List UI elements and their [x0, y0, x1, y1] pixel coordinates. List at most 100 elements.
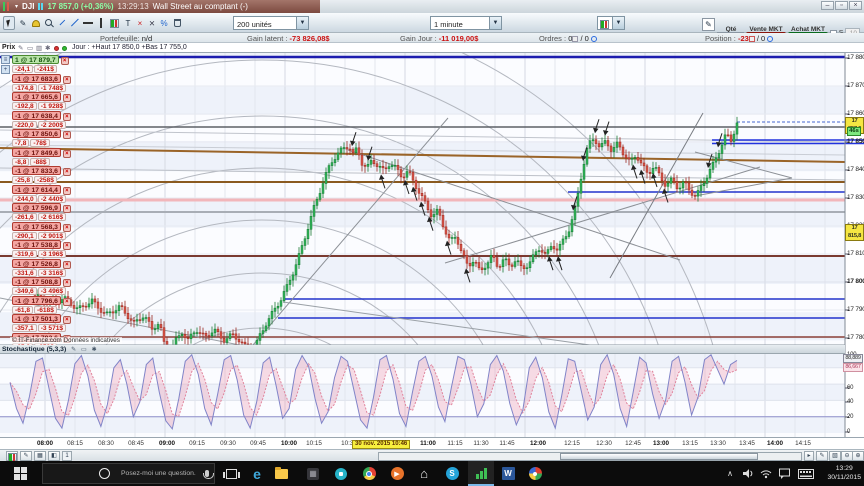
order-close-icon[interactable]: × — [62, 75, 71, 84]
draw-mode-icon[interactable]: ✎ — [816, 451, 828, 461]
time-axis-label: 09:00 — [158, 440, 176, 447]
order-close-icon[interactable]: × — [62, 241, 71, 250]
time-axis-label: 08:30 — [98, 440, 114, 447]
edge-icon[interactable]: e — [246, 461, 268, 486]
notification-icon[interactable] — [776, 461, 792, 486]
cortana-icon[interactable] — [99, 468, 110, 479]
order-close-icon[interactable]: × — [62, 186, 71, 195]
time-axis-label: 14:15 — [795, 440, 811, 447]
horizontal-scrollbar[interactable] — [378, 451, 802, 461]
page-1-tab[interactable]: 1 — [62, 451, 72, 461]
order-entry-label[interactable]: -1 @ 17 665,6 × — [12, 92, 71, 102]
order-pnl-label: -244,0 -2 440$ — [12, 194, 67, 203]
start-button[interactable] — [0, 461, 40, 486]
trading-app-icon[interactable] — [468, 461, 494, 486]
chart-overlays: 17 880 17 870 17 860 17 850 17 840 17 830 17 8… — [0, 0, 864, 462]
order-pnl-label: -349,6 -3 496$ — [12, 286, 67, 295]
time-axis-label: 09:30 — [220, 440, 236, 447]
time-axis-label: 11:00 — [420, 440, 436, 447]
paint-app-icon[interactable] — [524, 461, 546, 486]
3d-chart-icon[interactable]: ◧ — [48, 451, 60, 461]
time-axis: 08:00 08:15 08:30 08:45 09:00 09:15 09:30 09:45… — [0, 437, 864, 449]
order-entry-price: -1 @ 17 526,8 — [12, 259, 61, 268]
network-icon[interactable] — [758, 461, 774, 486]
file-explorer-icon[interactable] — [270, 461, 292, 486]
chrome-icon[interactable] — [358, 461, 380, 486]
stoch-edit-icon[interactable]: ✎ — [71, 346, 76, 353]
order-entry-label[interactable]: -1 @ 17 796,6 × — [12, 296, 71, 306]
skype-icon[interactable]: S — [441, 461, 463, 486]
order-entry-label[interactable]: -1 @ 17 850,6 × — [12, 129, 71, 139]
copyright-label: © IT-Finance.com Données indicatives — [10, 337, 122, 344]
indicators-icon[interactable]: ✎ — [20, 451, 32, 461]
tray-expand-icon[interactable]: ∧ — [722, 461, 738, 486]
scrollbar-thumb[interactable] — [560, 453, 758, 460]
keyboard-icon[interactable] — [794, 461, 818, 486]
time-axis-label: 08:00 — [36, 440, 54, 447]
media-app-icon[interactable]: ▶ — [386, 461, 408, 486]
windows-taskbar: Posez-moi une question. e ▦ ▶ ⌂ S W ∧ 13… — [0, 461, 864, 486]
messaging-app-icon[interactable] — [330, 461, 352, 486]
order-entry-price: -1 @ 17 501,3 — [12, 314, 61, 323]
time-axis-label: 12:00 — [529, 440, 547, 447]
store-app-icon[interactable]: ▦ — [302, 461, 324, 486]
order-pnl-label: -261,6 -2 616$ — [12, 212, 67, 221]
task-view-button[interactable] — [220, 461, 242, 486]
search-box[interactable]: Posez-moi une question. — [42, 463, 215, 484]
order-close-icon[interactable]: × — [60, 56, 69, 65]
scroll-right-icon[interactable]: ▸ — [804, 451, 814, 461]
home-app-icon[interactable]: ⌂ — [413, 461, 435, 486]
grid-icon[interactable]: ▦ — [34, 451, 46, 461]
order-entry-label[interactable]: -1 @ 17 508,8 × — [12, 277, 71, 287]
order-entry-price: 1 @ 17 879,7 — [12, 55, 59, 64]
order-pnl-label: -25,8 -258$ — [12, 175, 58, 184]
order-close-icon[interactable]: × — [62, 93, 71, 102]
microphone-icon[interactable] — [202, 470, 214, 479]
zoom-area-icon[interactable]: ▧ — [829, 451, 841, 461]
order-entry-label[interactable]: -1 @ 17 833,6 × — [12, 166, 71, 176]
order-entry-label[interactable]: -1 @ 17 683,6 × — [12, 74, 71, 84]
chart-bottom-bar: ✎ ▦ ◧ 1 ▸ ✎ ▧ ⊖ ⊕ — [0, 449, 864, 462]
order-close-icon[interactable]: × — [62, 278, 71, 287]
order-close-icon[interactable]: × — [62, 297, 71, 306]
order-pnl-label: -319,6 -3 196$ — [12, 249, 67, 258]
order-entry-label[interactable]: -1 @ 17 638,4 × — [12, 111, 71, 121]
chart-properties-icon[interactable] — [6, 451, 18, 462]
order-close-icon[interactable]: × — [62, 167, 71, 176]
time-axis-label: 10:00 — [280, 440, 298, 447]
order-pnl-label: -8,8 -88$ — [12, 157, 51, 166]
time-axis-label: 11:30 — [473, 440, 489, 447]
stochastic-header: Stochastique (5,3,3) ✎ ▭ ✱ — [0, 345, 845, 354]
time-axis-label: 13:45 — [739, 440, 755, 447]
order-entry-label[interactable]: -1 @ 17 568,3 × — [12, 222, 71, 232]
time-axis-label: 09:45 — [250, 440, 266, 447]
order-pnl-label: -61,8 -618$ — [12, 305, 58, 314]
order-pnl-label: -192,8 -1 928$ — [12, 101, 67, 110]
time-axis-label: 12:15 — [564, 440, 580, 447]
order-close-icon[interactable]: × — [62, 130, 71, 139]
volume-icon[interactable] — [740, 461, 756, 486]
order-entry-label[interactable]: -1 @ 17 614,4 × — [12, 185, 71, 195]
time-axis-label: 13:30 — [710, 440, 726, 447]
order-close-icon[interactable]: × — [62, 149, 71, 158]
time-axis-label: 11:45 — [499, 440, 515, 447]
order-labels: 1 @ 17 879,7 × -24,1 -241$ -1 @ 17 683,6 × -17… — [0, 0, 864, 462]
order-close-icon[interactable]: × — [62, 204, 71, 213]
order-entry-label[interactable]: -1 @ 17 538,8 × — [12, 240, 71, 250]
zoom-in-icon[interactable]: ⊕ — [852, 451, 864, 461]
order-close-icon[interactable]: × — [62, 260, 71, 269]
order-entry-label[interactable]: -1 @ 17 596,9 × — [12, 203, 71, 213]
word-icon[interactable]: W — [497, 461, 519, 486]
order-close-icon[interactable]: × — [62, 315, 71, 324]
order-entry-price: -1 @ 17 596,9 — [12, 203, 61, 212]
order-entry-label[interactable]: 1 @ 17 879,7 × — [12, 55, 69, 65]
stoch-window-icon[interactable]: ▭ — [81, 346, 87, 353]
stoch-settings-icon[interactable]: ✱ — [92, 346, 97, 353]
order-entry-label[interactable]: -1 @ 17 849,6 × — [12, 148, 71, 158]
order-entry-price: -1 @ 17 638,4 — [12, 111, 61, 120]
order-entry-label[interactable]: -1 @ 17 501,3 × — [12, 314, 71, 324]
order-entry-label[interactable]: -1 @ 17 526,8 × — [12, 259, 71, 269]
taskbar-clock[interactable]: 13:29 30/11/2015 — [827, 464, 861, 482]
order-close-icon[interactable]: × — [62, 112, 71, 121]
order-close-icon[interactable]: × — [62, 223, 71, 232]
